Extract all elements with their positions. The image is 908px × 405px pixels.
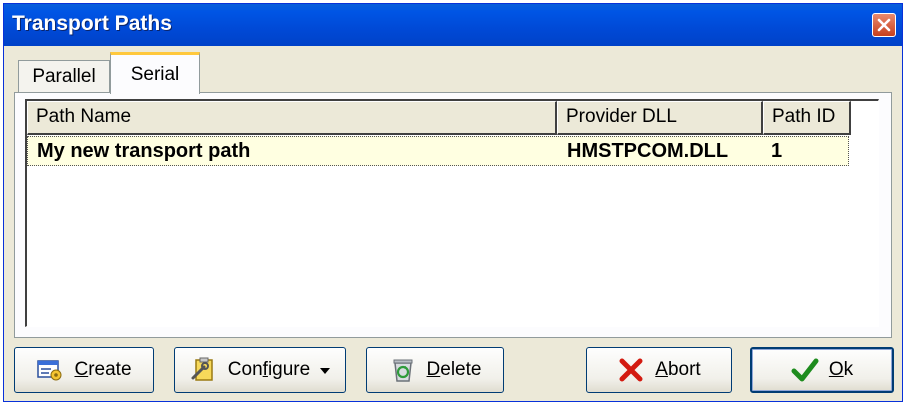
- tab-serial-label: Serial: [130, 63, 180, 85]
- table-row[interactable]: My new transport path HMSTPCOM.DLL 1: [27, 136, 849, 166]
- configure-button[interactable]: Configure: [174, 347, 346, 393]
- column-header-label: Path ID: [772, 106, 836, 127]
- window-title: Transport Paths: [12, 12, 172, 35]
- tab-parallel-label: Parallel: [32, 65, 96, 87]
- delete-button-label: Delete: [426, 359, 482, 380]
- title-bar[interactable]: Transport Paths: [4, 4, 902, 46]
- dropdown-arrow-icon: [320, 359, 331, 381]
- column-header-label: Provider DLL: [566, 106, 677, 127]
- configure-button-label: Configure: [227, 359, 311, 380]
- green-check-icon: [791, 356, 819, 384]
- create-button[interactable]: Create: [14, 347, 154, 393]
- column-header-path-id[interactable]: Path ID: [763, 101, 851, 135]
- ok-button[interactable]: Ok: [750, 347, 894, 393]
- tab-serial[interactable]: Serial: [110, 52, 200, 94]
- tab-panel: Path Name Provider DLL Path ID My new tr…: [14, 92, 892, 338]
- column-header-path-name[interactable]: Path Name: [27, 101, 557, 135]
- column-header-label: Path Name: [36, 106, 132, 127]
- close-button[interactable]: [872, 13, 896, 37]
- transport-path-list[interactable]: Path Name Provider DLL Path ID My new tr…: [25, 99, 879, 327]
- cell-path-name: My new transport path: [37, 140, 251, 162]
- close-icon: [877, 18, 891, 32]
- abort-button[interactable]: Abort: [586, 347, 732, 393]
- transport-paths-dialog: Transport Paths Parallel Serial Path Nam…: [3, 3, 903, 402]
- ok-button-label: Ok: [828, 359, 854, 380]
- create-button-label: Create: [74, 359, 132, 380]
- cell-provider-dll: HMSTPCOM.DLL: [567, 140, 729, 162]
- abort-button-label: Abort: [655, 359, 701, 380]
- recycle-bin-icon: [389, 356, 417, 384]
- configure-icon: [190, 356, 218, 384]
- column-header-provider-dll[interactable]: Provider DLL: [557, 101, 763, 135]
- create-icon: [36, 356, 64, 384]
- delete-button[interactable]: Delete: [366, 347, 504, 393]
- tab-parallel[interactable]: Parallel: [18, 60, 110, 92]
- red-x-icon: [617, 356, 645, 384]
- cell-path-id: 1: [771, 140, 783, 162]
